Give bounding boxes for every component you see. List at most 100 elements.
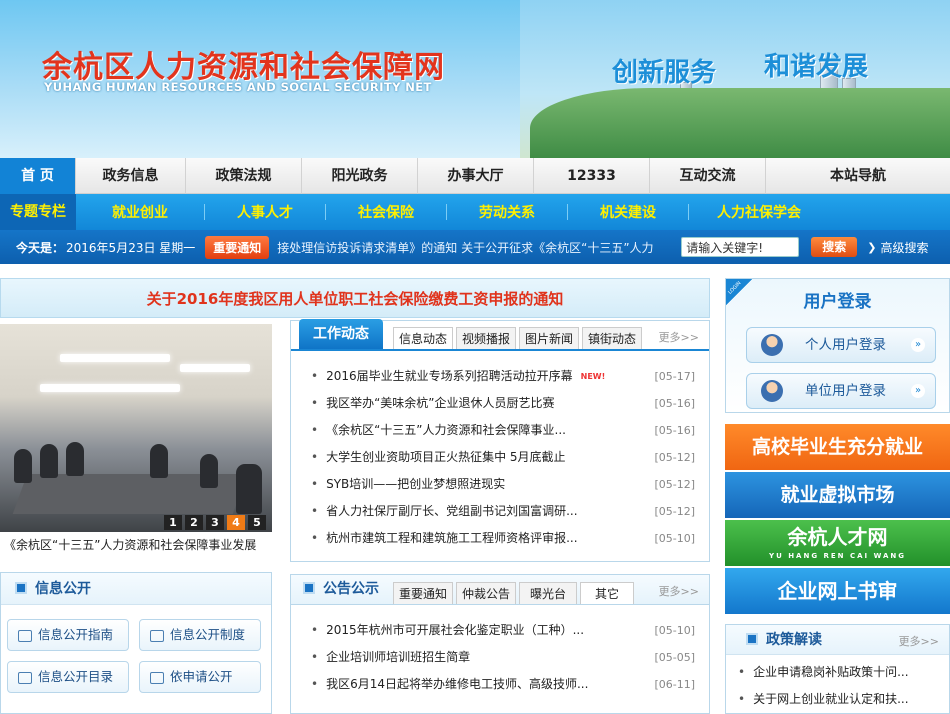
ad-yuhang-talent[interactable]: 余杭人才网 YU HANG REN CAI WANG xyxy=(725,520,950,566)
list-item[interactable]: 我区举办“美味余杭”企业退休人员厨艺比赛 [05-16] xyxy=(311,390,695,417)
announcement-tabs: 公告公示 重要通知 仲裁公告 曝光台 其它 xyxy=(291,575,709,605)
tab-important[interactable]: 重要通知 xyxy=(393,582,454,604)
item-title: 杭州市建筑工程和建筑施工工程师资格评审报... xyxy=(311,525,577,552)
list-item[interactable]: 2015年杭州市可开展社会化鉴定职业（工种）... [05-10] xyxy=(311,617,695,644)
policy-more[interactable]: 更多>> xyxy=(899,633,939,649)
nav-12333[interactable]: 12333 xyxy=(534,158,650,194)
new-badge: NEW! xyxy=(580,372,606,381)
list-item[interactable]: 《余杭区“十三五”人力资源和社会保障事业... [05-16] xyxy=(311,417,695,444)
search-button[interactable]: 搜索 xyxy=(811,237,858,257)
announcement-more[interactable]: 更多>> xyxy=(659,583,699,599)
nav-gov-info[interactable]: 政务信息 xyxy=(76,158,186,194)
policy-list: 企业申请稳岗补贴政策十问... 关于网上创业就业认定和扶... xyxy=(738,659,943,713)
nav-site-map[interactable]: 本站导航 xyxy=(766,158,950,194)
item-date: [05-12] xyxy=(654,505,695,518)
item-date: [05-10] xyxy=(654,532,695,545)
tab-arbitration[interactable]: 仲裁公告 xyxy=(456,582,517,604)
list-item[interactable]: 省人力社保厅副厅长、党组副书记刘国富调研... [05-12] xyxy=(311,498,695,525)
banner-city-image xyxy=(520,0,950,158)
nav-home[interactable]: 首 页 xyxy=(0,158,76,194)
slideshow-caption[interactable]: 《余杭区“十三五”人力资源和社会保障事业发展 xyxy=(4,536,272,553)
topic-society[interactable]: 人力社保学会 xyxy=(689,202,829,222)
slide-page-4[interactable]: 4 xyxy=(227,515,245,530)
disclosure-guide-button[interactable]: 信息公开指南 xyxy=(7,619,129,651)
unit-login-button[interactable]: 单位用户登录 » xyxy=(746,373,936,409)
item-title: 关于网上创业就业认定和扶... xyxy=(738,686,908,713)
nav-service-hall[interactable]: 办事大厅 xyxy=(418,158,534,194)
info-disclosure-title: 信息公开 xyxy=(35,581,91,597)
work-news-more[interactable]: 更多>> xyxy=(659,329,699,345)
personal-login-label: 个人用户登录 xyxy=(805,337,886,353)
policy-panel: 政策解读 更多>> 企业申请稳岗补贴政策十问... 关于网上创业就业认定和扶..… xyxy=(725,624,950,714)
item-date: [05-10] xyxy=(654,624,695,637)
disclosure-request-button[interactable]: 依申请公开 xyxy=(139,661,261,693)
chevron-right-icon: » xyxy=(911,338,925,352)
disclosure-rules-button[interactable]: 信息公开制度 xyxy=(139,619,261,651)
topic-org-building[interactable]: 机关建设 xyxy=(568,202,688,222)
ad-graduate-employment[interactable]: 高校毕业生充分就业 xyxy=(725,424,950,470)
list-item[interactable]: 企业培训师培训班招生简章 [05-05] xyxy=(311,644,695,671)
list-item[interactable]: 2016届毕业生就业专场系列招聘活动拉开序幕 NEW! [05-17] xyxy=(311,363,695,390)
list-item[interactable]: SYB培训——把创业梦想照进现实 [05-12] xyxy=(311,471,695,498)
search-input[interactable]: 请输入关键字! xyxy=(681,237,800,257)
topic-personnel[interactable]: 人事人才 xyxy=(205,202,325,222)
announcement-list: 2015年杭州市可开展社会化鉴定职业（工种）... [05-10] 企业培训师培训… xyxy=(311,617,695,698)
tab-photo-news[interactable]: 图片新闻 xyxy=(519,327,580,349)
announcement-heading: 公告公示 xyxy=(291,574,379,604)
list-item[interactable]: 大学生创业资助项目正火热征集中 5月底截止 [05-12] xyxy=(311,444,695,471)
tab-info-news[interactable]: 信息动态 xyxy=(393,327,454,349)
work-news-tabs: 工作动态 信息动态 视频播报 图片新闻 镇街动态 xyxy=(291,319,709,351)
item-title: 我区举办“美味余杭”企业退休人员厨艺比赛 xyxy=(311,390,554,417)
topic-employment[interactable]: 就业创业 xyxy=(76,202,204,222)
topic-social-insurance[interactable]: 社会保险 xyxy=(326,202,446,222)
tab-exposure[interactable]: 曝光台 xyxy=(519,582,578,604)
item-date: [06-11] xyxy=(654,678,695,691)
policy-title: 政策解读 xyxy=(766,632,822,648)
person xyxy=(150,444,168,478)
ceiling-light xyxy=(180,364,250,372)
search-placeholder: 请输入关键字! xyxy=(686,240,764,255)
tab-town-news[interactable]: 镇街动态 xyxy=(582,327,643,349)
personal-login-button[interactable]: 个人用户登录 » xyxy=(746,327,936,363)
nav-sunshine-affairs[interactable]: 阳光政务 xyxy=(302,158,418,194)
ad-yuhang-talent-sub: YU HANG REN CAI WANG xyxy=(769,552,906,560)
item-date: [05-17] xyxy=(654,370,695,383)
item-title: 企业申请稳岗补贴政策十问... xyxy=(738,659,908,686)
nav-interaction[interactable]: 互动交流 xyxy=(650,158,766,194)
current-date: 2016年5月23日 星期一 xyxy=(66,240,196,255)
person xyxy=(40,444,58,478)
tab-other[interactable]: 其它 xyxy=(580,582,635,604)
important-notice-badge: 重要通知 xyxy=(205,235,270,259)
tab-video[interactable]: 视频播报 xyxy=(456,327,517,349)
list-item[interactable]: 企业申请稳岗补贴政策十问... xyxy=(738,659,943,686)
chevron-right-icon: ❯ xyxy=(867,240,877,254)
item-date: [05-12] xyxy=(654,478,695,491)
slideshow-pager: 1 2 3 4 5 xyxy=(164,515,266,530)
ad-online-review[interactable]: 企业网上书审 xyxy=(725,568,950,614)
item-date: [05-16] xyxy=(654,397,695,410)
person xyxy=(14,449,32,483)
disclosure-catalog-button[interactable]: 信息公开目录 xyxy=(7,661,129,693)
slide-page-2[interactable]: 2 xyxy=(185,515,203,530)
news-slideshow[interactable]: 1 2 3 4 5 xyxy=(0,324,272,532)
user-login-panel: LOGIN 用户登录 个人用户登录 » 单位用户登录 » xyxy=(725,278,950,413)
list-item[interactable]: 我区6月14日起将举办维修电工技师、高级技师... [06-11] xyxy=(311,671,695,698)
list-item[interactable]: 关于网上创业就业认定和扶... xyxy=(738,686,943,713)
slide-page-5[interactable]: 5 xyxy=(248,515,266,530)
ad-yuhang-talent-title: 余杭人才网 xyxy=(787,525,888,549)
topic-nav-lead: 专题专栏 xyxy=(0,194,76,230)
headline-notice[interactable]: 关于2016年度我区用人单位职工社会保险缴费工资申报的通知 xyxy=(0,278,710,318)
item-date: [05-05] xyxy=(654,651,695,664)
advanced-search-link[interactable]: 高级搜索 xyxy=(881,239,929,256)
list-item[interactable]: 杭州市建筑工程和建筑施工工程师资格评审报... [05-10] xyxy=(311,525,695,552)
notice-marquee[interactable]: 接处理信访投诉请求清单》的通知 关于公开征求《余杭区“十三五”人力 xyxy=(277,239,667,256)
nav-policies[interactable]: 政策法规 xyxy=(186,158,302,194)
slide-page-1[interactable]: 1 xyxy=(164,515,182,530)
ad-virtual-job-market[interactable]: 就业虚拟市场 xyxy=(725,472,950,518)
login-title: 用户登录 xyxy=(803,292,872,312)
slide-page-3[interactable]: 3 xyxy=(206,515,224,530)
info-disclosure-panel: 信息公开 信息公开指南 信息公开制度 信息公开目录 依申请公开 xyxy=(0,572,272,714)
unit-login-label: 单位用户登录 xyxy=(805,383,886,399)
banner-hill xyxy=(530,88,950,158)
topic-labor-relations[interactable]: 劳动关系 xyxy=(447,202,567,222)
